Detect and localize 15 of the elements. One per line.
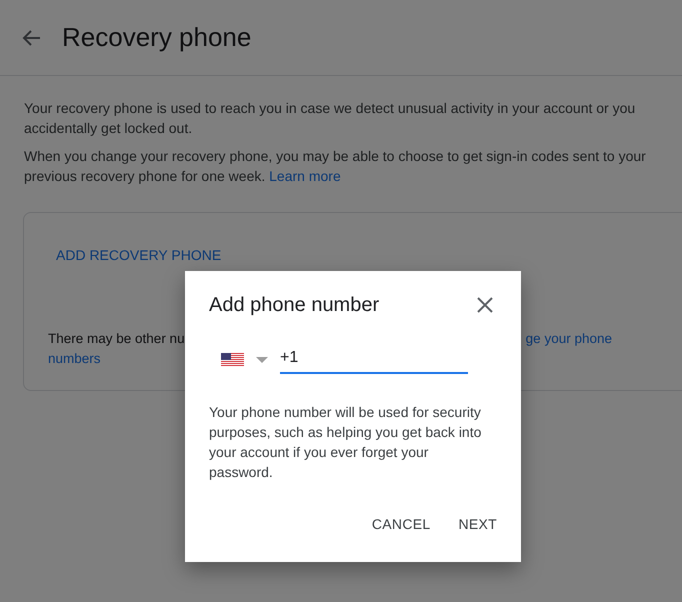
page-title: Recovery phone bbox=[62, 22, 252, 53]
learn-more-link[interactable]: Learn more bbox=[269, 168, 341, 184]
dropdown-caret-icon[interactable] bbox=[256, 356, 268, 364]
manage-phone-link[interactable]: ge your phone bbox=[526, 329, 612, 349]
cancel-button[interactable]: CANCEL bbox=[362, 508, 440, 540]
description-text: When you change your recovery phone, you may be able to choose to get sign-in codes sent to your previous recovery phone for one week. Learn more bbox=[24, 147, 647, 186]
description-text: Your recovery phone is used to reach you in case we detect unusual activity in your account or you accidentally get locked out. bbox=[24, 99, 636, 138]
flag-icon[interactable] bbox=[221, 352, 244, 366]
back-arrow-icon[interactable] bbox=[22, 28, 42, 48]
next-button[interactable]: NEXT bbox=[448, 508, 507, 540]
manage-phone-link[interactable]: numbers bbox=[48, 351, 101, 366]
dialog-description: Your phone number will be used for security purposes, such as helping you get back into your account if you ever forget your password. bbox=[209, 403, 482, 482]
dialog-title: Add phone number bbox=[209, 294, 380, 316]
note-text: There may be other nu bbox=[48, 330, 185, 348]
add-recovery-phone-button[interactable]: ADD RECOVERY PHONE bbox=[48, 243, 230, 267]
